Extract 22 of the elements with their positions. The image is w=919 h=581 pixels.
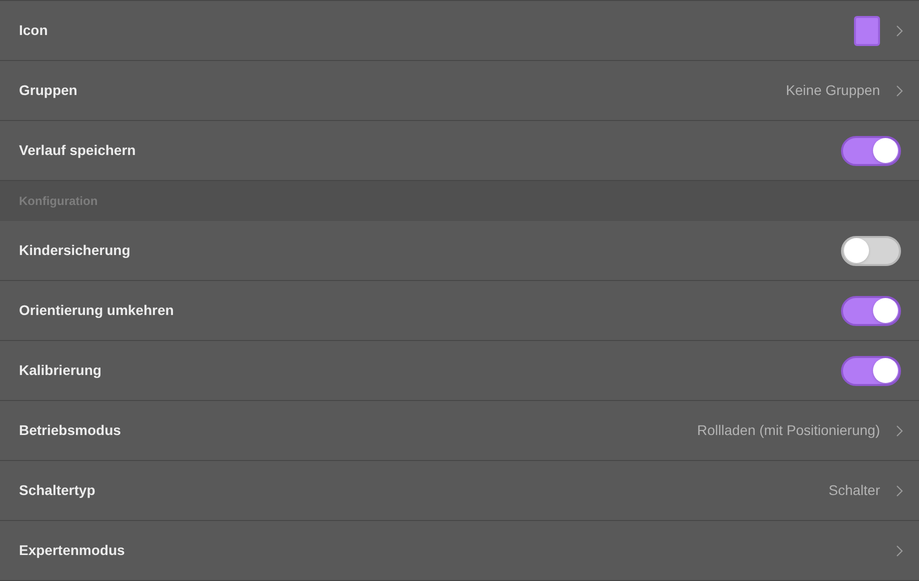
setting-label: Kalibrierung	[19, 361, 102, 380]
setting-label: Kindersicherung	[19, 241, 132, 260]
chevron-right-icon	[896, 544, 903, 556]
chevron-right-icon	[896, 484, 903, 496]
icon-swatch[interactable]	[854, 16, 880, 46]
toggle-switch[interactable]	[841, 236, 901, 266]
chevron-right-icon	[896, 424, 903, 436]
setting-label: Schaltertyp	[19, 481, 96, 500]
setting-label: Betriebsmodus	[19, 421, 122, 440]
toggle-switch[interactable]	[841, 136, 901, 166]
setting-label: Icon	[19, 21, 49, 40]
chevron-right-icon	[896, 84, 903, 96]
setting-value[interactable]: Rollladen (mit Positionierung)	[697, 420, 880, 441]
toggle-switch[interactable]	[841, 356, 901, 386]
setting-label: Orientierung umkehren	[19, 301, 175, 320]
setting-label: Expertenmodus	[19, 541, 126, 560]
setting-value[interactable]: Schalter	[828, 480, 880, 501]
setting-label: Gruppen	[19, 81, 78, 100]
chevron-right-icon	[896, 24, 903, 36]
setting-label: Verlauf speichern	[19, 141, 137, 160]
toggle-switch[interactable]	[841, 296, 901, 326]
setting-value[interactable]: Keine Gruppen	[786, 80, 880, 101]
